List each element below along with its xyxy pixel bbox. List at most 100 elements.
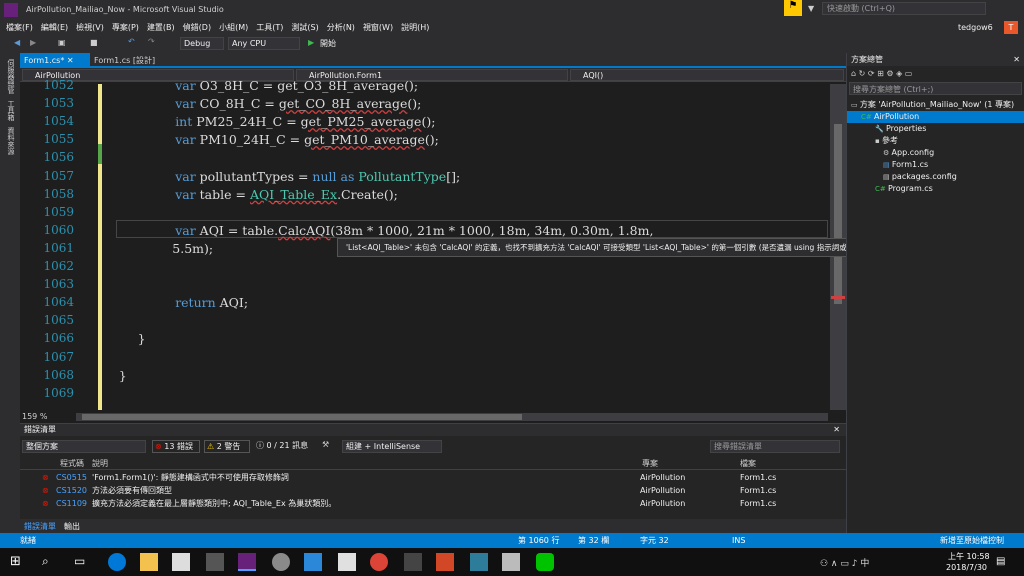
app-icon-3[interactable]	[338, 553, 356, 571]
member-dropdown[interactable]: AQI()	[570, 69, 844, 81]
calculator-icon[interactable]	[404, 553, 422, 571]
solution-tree-item[interactable]: ▤ Form1.cs	[847, 159, 1024, 171]
code-line[interactable]: var AQI = table.CalcAQI(38m * 1000, 21m …	[175, 223, 653, 238]
app-icon-4[interactable]	[470, 553, 488, 571]
zoom-level[interactable]: 159 %	[22, 410, 62, 423]
left-tab[interactable]: 工具箱	[6, 100, 16, 121]
table-row[interactable]: ⊗ CS0515 'Form1.Form1()': 靜態建構函式中不可使用存取修飾詞…	[20, 471, 846, 484]
mail-icon[interactable]	[172, 553, 190, 571]
error-search-input[interactable]: 搜尋錯誤清單	[710, 440, 840, 453]
code-line[interactable]: var CO_8H_C = get_CO_8H_average();	[175, 96, 421, 111]
close-icon[interactable]: ✕	[67, 56, 74, 65]
warnings-filter-button[interactable]: ⚠ 2 警告	[204, 440, 250, 453]
clock-time[interactable]: 上午 10:58	[948, 551, 990, 562]
solution-tree-item[interactable]: ▪ 參考	[847, 135, 1024, 147]
tray-icons[interactable]: ⚇ ∧ ▭ ♪ 中	[820, 556, 869, 569]
messages-filter-button[interactable]: ⓘ 0 / 21 訊息	[254, 440, 316, 453]
app-icon-2[interactable]	[304, 553, 322, 571]
menu-item[interactable]: 工具(T)	[252, 20, 287, 35]
code-line[interactable]: 5.5m);	[156, 241, 213, 256]
error-code[interactable]: CS0515	[56, 471, 87, 484]
redo-icon[interactable]: ↷	[148, 37, 155, 46]
menu-item[interactable]: 偵錯(D)	[179, 20, 215, 35]
tab-output[interactable]: 輸出	[64, 521, 80, 532]
visual-studio-icon[interactable]	[238, 553, 256, 571]
source-control-button[interactable]: 新增至原始檔控制	[940, 533, 1004, 548]
quick-launch-input[interactable]: 快速啟動 (Ctrl+Q)	[822, 2, 986, 15]
new-project-icon[interactable]: ▣	[58, 38, 66, 47]
menu-item[interactable]: 分析(N)	[323, 20, 359, 35]
scroll-thumb[interactable]	[834, 124, 842, 304]
error-code[interactable]: CS1520	[56, 484, 87, 497]
hscroll-thumb[interactable]	[82, 414, 522, 420]
photos-icon[interactable]	[502, 553, 520, 571]
left-tab[interactable]: 資料來源	[6, 127, 16, 155]
code-line[interactable]: var table = AQI_Table_Ex.Create();	[175, 187, 398, 202]
edge-icon[interactable]	[108, 553, 126, 571]
header-file[interactable]: 檔案	[740, 457, 756, 470]
error-code[interactable]: CS1109	[56, 497, 87, 510]
solution-tree-item[interactable]: ⚙ App.config	[847, 147, 1024, 159]
code-line[interactable]: }	[119, 368, 127, 383]
code-line[interactable]: int PM25_24H_C = get_PM25_average();	[175, 114, 435, 129]
search-icon[interactable]: ⌕	[42, 554, 49, 569]
notification-flag-icon[interactable]: ⚑	[784, 0, 802, 16]
close-icon[interactable]: ✕	[833, 424, 840, 436]
store-icon[interactable]	[206, 553, 224, 571]
header-code[interactable]: 程式碼	[60, 457, 84, 470]
code-line[interactable]: var pollutantTypes = null as PollutantTy…	[175, 169, 460, 184]
clock-date[interactable]: 2018/7/30	[946, 563, 987, 572]
errors-filter-button[interactable]: ⊗ 13 錯誤	[152, 440, 200, 453]
menu-item[interactable]: 測試(S)	[287, 20, 322, 35]
start-button[interactable]: 開始	[320, 38, 336, 49]
tab-error-list[interactable]: 錯誤清單	[24, 521, 56, 532]
menu-item[interactable]: 專案(P)	[108, 20, 143, 35]
filter-icon[interactable]: ▼	[808, 4, 814, 13]
tab-form1-designer[interactable]: Form1.cs [設計]	[90, 53, 160, 68]
code-line[interactable]: return AQI;	[175, 295, 248, 310]
tab-form1-cs[interactable]: Form1.cs* ✕	[20, 53, 90, 68]
app-icon-1[interactable]	[272, 553, 290, 571]
menu-item[interactable]: 檔案(F)	[2, 20, 37, 35]
scope-dropdown[interactable]: 整個方案	[22, 440, 146, 453]
avatar[interactable]: T	[1004, 21, 1018, 34]
header-desc[interactable]: 說明	[92, 457, 108, 470]
undo-icon[interactable]: ↶	[128, 37, 135, 46]
platform-dropdown[interactable]: Any CPU	[228, 37, 300, 50]
menu-item[interactable]: 編輯(E)	[37, 20, 72, 35]
user-name[interactable]: tedgow6	[958, 23, 993, 32]
build-filter-dropdown[interactable]: 組建 + IntelliSense	[342, 440, 442, 453]
code-line[interactable]: var PM10_24H_C = get_PM10_average();	[175, 132, 439, 147]
powerpoint-icon[interactable]	[436, 553, 454, 571]
left-tab[interactable]: 伺服器總管	[6, 59, 16, 94]
file-explorer-icon[interactable]	[140, 553, 158, 571]
code-line[interactable]: }	[138, 331, 146, 346]
code-line[interactable]: var O3_8H_C = get_O3_8H_average();	[175, 78, 418, 93]
solution-tree-item[interactable]: ▤ packages.config	[847, 171, 1024, 183]
horizontal-scrollbar[interactable]	[76, 413, 828, 421]
solution-tree-item[interactable]: 🔧 Properties	[847, 123, 1024, 135]
menu-item[interactable]: 視窗(W)	[359, 20, 397, 35]
solution-tree-item[interactable]: C# AirPollution	[847, 111, 1024, 123]
forward-icon[interactable]: ▶	[30, 38, 36, 47]
solution-tree-item[interactable]: ▭ 方案 'AirPollution_Mailiao_Now' (1 專案)	[847, 99, 1024, 111]
table-row[interactable]: ⊗ CS1109 擴充方法必須定義在最上層靜態類別中; AQI_Table_Ex 為…	[20, 497, 846, 510]
chrome-icon[interactable]	[370, 553, 388, 571]
task-view-icon[interactable]: ▭	[74, 554, 85, 568]
save-icon[interactable]: ■	[90, 38, 98, 47]
menu-item[interactable]: 檢視(V)	[72, 20, 108, 35]
close-icon[interactable]: ✕	[1013, 53, 1020, 66]
menu-item[interactable]: 建置(B)	[143, 20, 179, 35]
solution-search-input[interactable]: 搜尋方案總管 (Ctrl+;)	[849, 82, 1022, 95]
config-dropdown[interactable]: Debug	[180, 37, 224, 50]
back-icon[interactable]: ◀	[14, 38, 20, 47]
notifications-icon[interactable]: ▤	[996, 556, 1005, 567]
table-row[interactable]: ⊗ CS1520 方法必須要有傳回類型 AirPollution Form1.cs	[20, 484, 846, 497]
filter-toggle-icon[interactable]: ⚒	[322, 440, 336, 453]
line-icon[interactable]	[536, 553, 554, 571]
start-menu-icon[interactable]: ⊞	[10, 554, 21, 569]
menu-item[interactable]: 說明(H)	[397, 20, 433, 35]
header-project[interactable]: 專案	[642, 457, 658, 470]
menu-item[interactable]: 小組(M)	[215, 20, 252, 35]
solution-tree-item[interactable]: C# Program.cs	[847, 183, 1024, 195]
